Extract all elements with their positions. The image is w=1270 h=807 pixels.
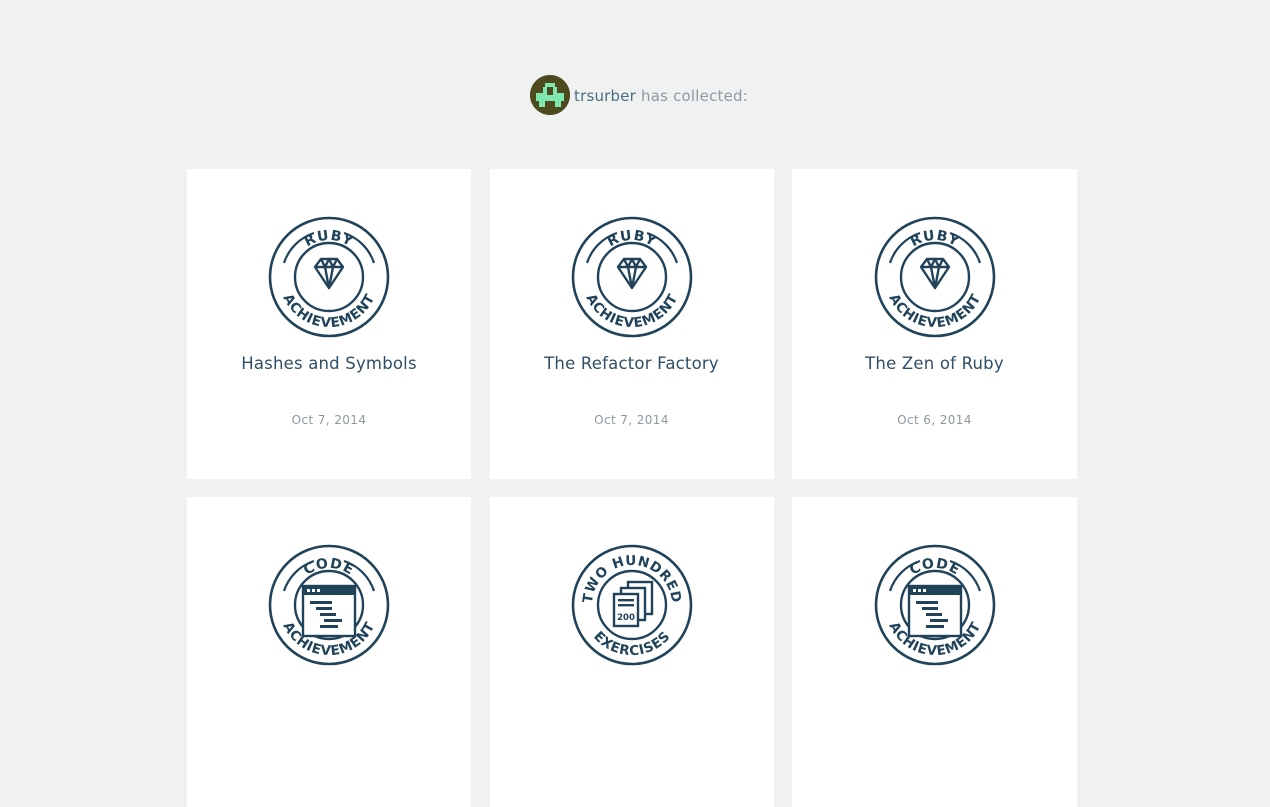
diamond-icon [616, 257, 647, 290]
badge-top-text: CODE [907, 556, 963, 579]
achievement-date: Oct 7, 2014 [291, 413, 367, 427]
achievement-card[interactable]: CODE ACHIEVEMENT [792, 497, 1077, 807]
ruby-achievement-badge: RUBY ACHIEVEMENT [268, 216, 390, 338]
ruby-achievement-badge: RUBY ACHIEVEMENT [571, 216, 692, 338]
diamond-icon [919, 257, 950, 290]
achievement-date: Oct 7, 2014 [594, 413, 669, 427]
collected-label: has collected: [641, 87, 749, 105]
code-achievement-badge: CODE ACHIEVEMENT [874, 544, 995, 666]
achievement-card[interactable]: TWO HUNDRED EXERCISES 200 [489, 497, 774, 807]
achievement-card[interactable]: RUBY ACHIEVEMENT Hashes and Symbols Oct … [187, 169, 471, 479]
badge-top-text: CODE [301, 556, 357, 579]
badge-bottom-text: EXERCISES [590, 628, 673, 659]
username-link[interactable]: trsurber [574, 87, 636, 105]
badge-top-text: RUBY [302, 228, 357, 251]
code-window-icon [907, 584, 962, 638]
ruby-achievement-badge: RUBY ACHIEVEMENT [874, 216, 995, 338]
achievement-card[interactable]: RUBY ACHIEVEMENT The Zen of Ruby Oct 6, … [792, 169, 1077, 479]
badge-top-text: RUBY [604, 228, 659, 251]
stacked-exercises-icon: 200 [612, 580, 653, 628]
achievement-card[interactable]: CODE ACHIEVEMENT [187, 497, 471, 807]
collected-heading: trsurber has collected: [574, 87, 748, 105]
achievement-title: Hashes and Symbols [241, 354, 417, 373]
user-avatar[interactable] [530, 75, 570, 115]
achievement-title: The Refactor Factory [544, 354, 719, 373]
profile-header: trsurber has collected: [530, 75, 748, 115]
code-achievement-badge: CODE ACHIEVEMENT [268, 544, 390, 666]
badge-top-text: RUBY [907, 228, 962, 251]
exercise-count-label: 200 [617, 613, 635, 623]
achievements-grid: RUBY ACHIEVEMENT Hashes and Symbols Oct … [187, 169, 1077, 807]
two-hundred-exercises-badge: TWO HUNDRED EXERCISES 200 [571, 544, 692, 666]
achievement-card[interactable]: RUBY ACHIEVEMENT The Refactor Factory Oc… [489, 169, 774, 479]
achievement-title: The Zen of Ruby [865, 354, 1004, 373]
code-window-icon [301, 584, 357, 638]
diamond-icon [313, 257, 345, 290]
achievement-date: Oct 6, 2014 [897, 413, 972, 427]
